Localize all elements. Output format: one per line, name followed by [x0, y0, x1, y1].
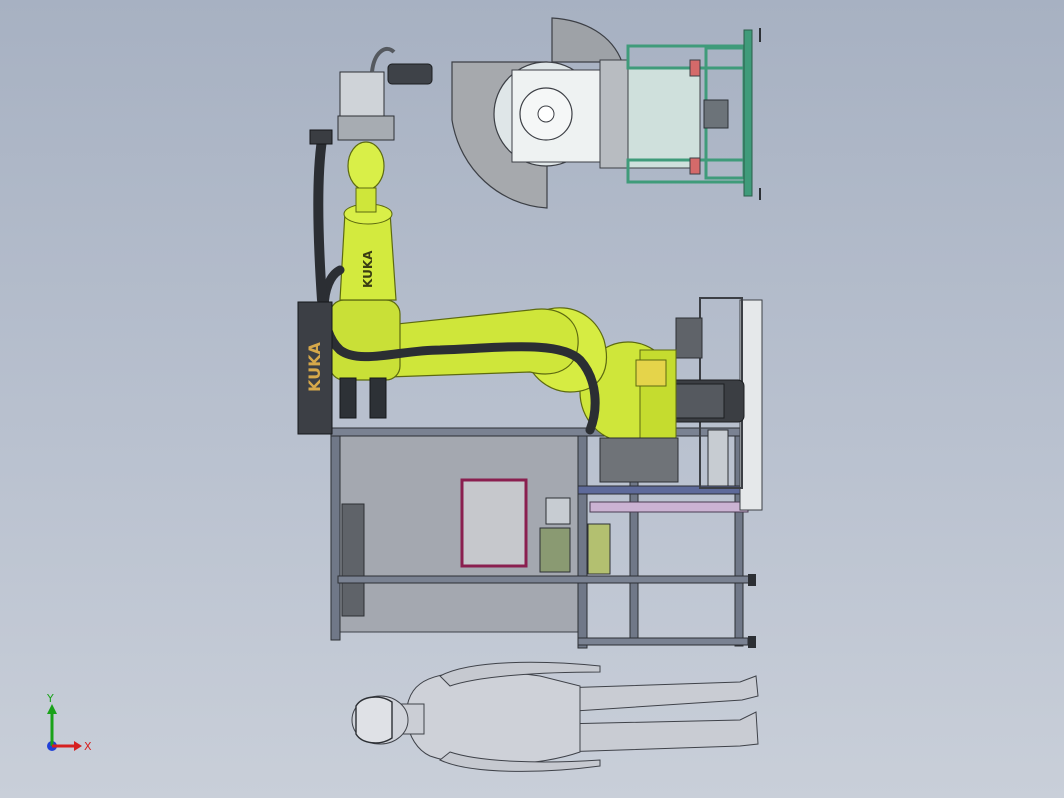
fixture-plate — [599, 59, 629, 169]
triad-y-label: Y — [46, 692, 54, 705]
electrical-box — [545, 497, 571, 525]
kuka-logo-base: KUKA — [305, 341, 324, 392]
robot-wrist — [347, 141, 385, 191]
frame-rail — [337, 575, 751, 584]
robot-tool-spindle — [387, 63, 433, 85]
robot-pedestal — [599, 437, 679, 483]
triad-x-arrow-icon — [74, 741, 82, 751]
triad-y-arrow-icon — [47, 704, 57, 714]
saw-guard-top — [551, 17, 623, 63]
mannequin-leg — [559, 675, 759, 713]
fixture-bracket — [689, 157, 701, 175]
robot-cable-cap — [309, 129, 333, 145]
rotary-bore — [537, 105, 555, 123]
fixture-body — [627, 67, 701, 169]
robot-motor — [369, 377, 387, 419]
cad-viewport[interactable]: KUKA KUKA Y X — [0, 0, 1064, 798]
tooling-assembly[interactable] — [667, 297, 763, 511]
robot-elbow — [329, 299, 401, 381]
triad-x-label: X — [84, 740, 92, 753]
frame-post-left — [330, 427, 341, 641]
frame-rail-top — [330, 427, 752, 437]
fixture-motor — [703, 99, 729, 129]
pink-bar — [589, 501, 749, 513]
fixture-bracket — [689, 59, 701, 77]
fixture-rail — [743, 29, 753, 197]
electrical-box — [539, 527, 571, 573]
work-cell-frame[interactable] — [330, 424, 760, 649]
robot-motor — [339, 377, 357, 419]
mannequin-leg — [559, 711, 759, 753]
frame-foot — [748, 574, 756, 586]
tooling-block — [707, 429, 729, 487]
operator-mannequin[interactable] — [351, 661, 759, 772]
tooling-drum-face — [675, 383, 725, 419]
mannequin-torso — [406, 671, 581, 766]
frame-rail-bottom — [577, 637, 749, 646]
robot-flange — [337, 115, 395, 141]
tooling-block — [675, 317, 703, 359]
robot-tool-head — [339, 71, 385, 117]
frame-post — [577, 427, 588, 649]
frame-foot — [748, 636, 756, 648]
mannequin-helmet — [355, 696, 393, 744]
axis-triad: Y X — [46, 692, 92, 753]
side-box — [341, 503, 365, 617]
top-fixture-assembly[interactable] — [451, 17, 761, 209]
electrical-box — [587, 523, 611, 575]
robot-cable-vertical — [313, 135, 327, 305]
robot-base-vent — [635, 359, 667, 387]
kuka-logo-arm: KUKA — [361, 250, 375, 288]
control-panel[interactable] — [460, 478, 528, 568]
robot-wrist-neck — [355, 187, 377, 213]
